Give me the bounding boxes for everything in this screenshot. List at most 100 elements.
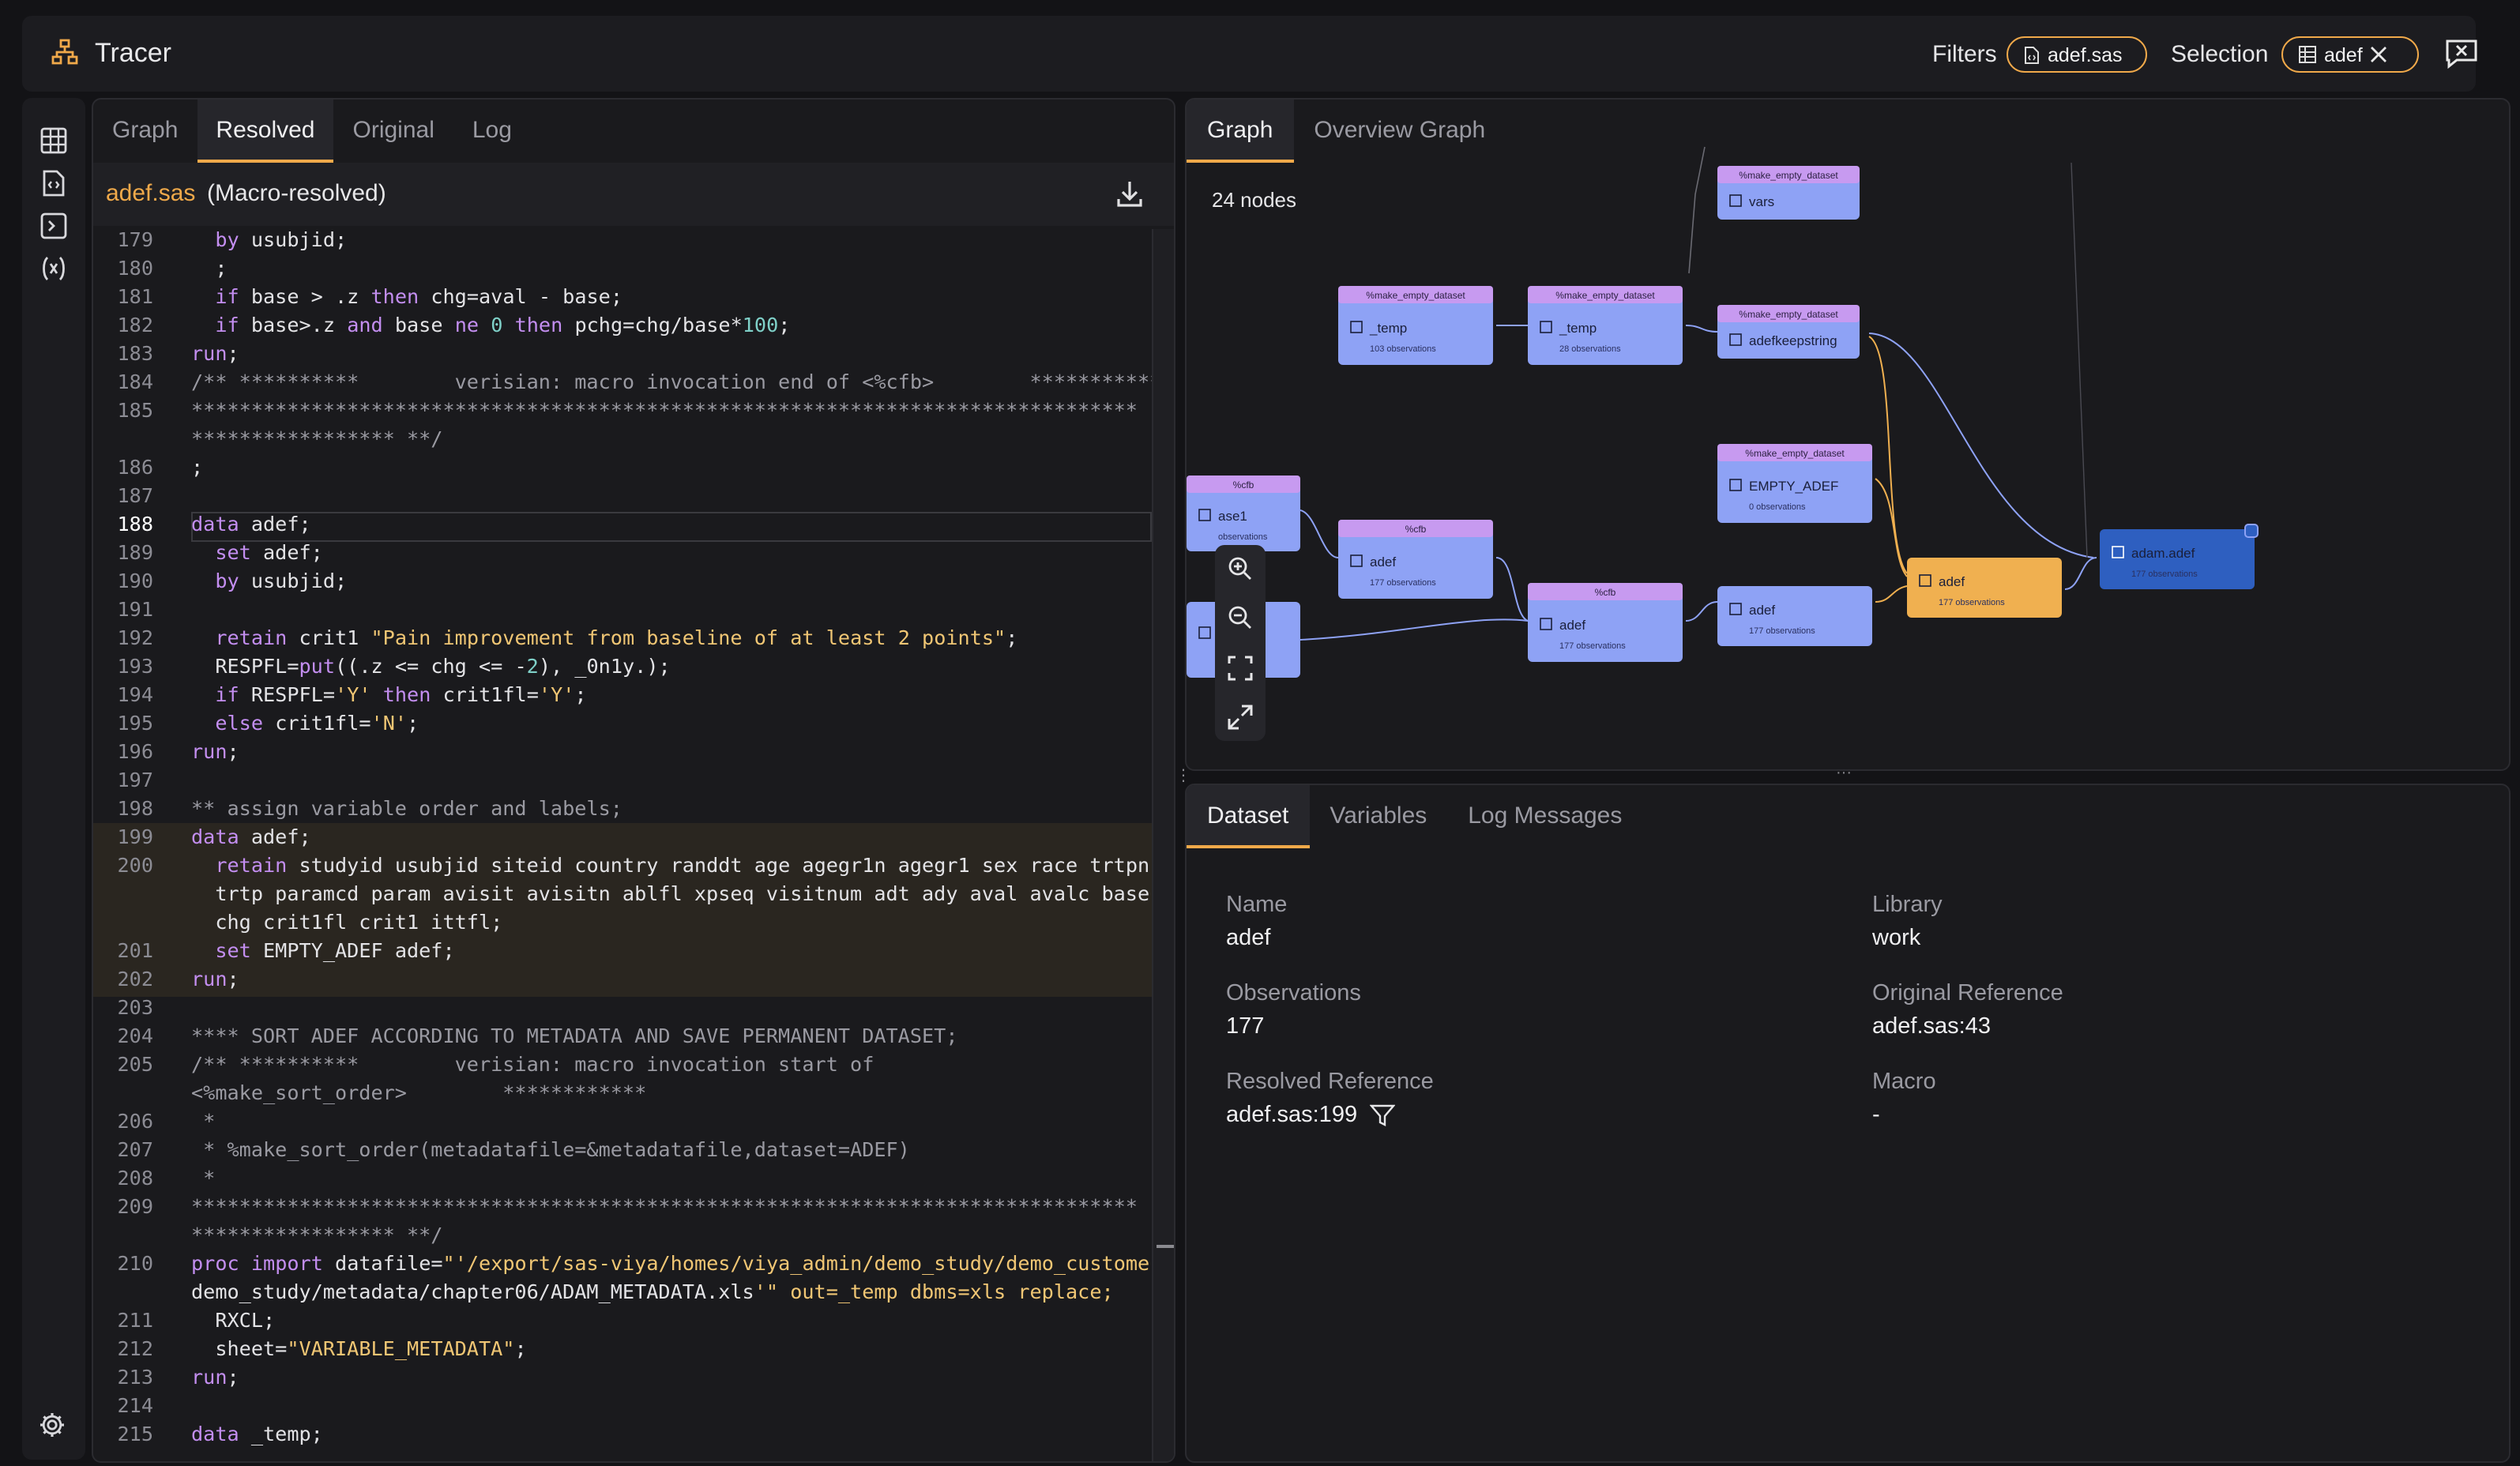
node-label: _temp bbox=[1559, 321, 1597, 336]
code-line: chg crit1fl crit1 ittfl; bbox=[93, 908, 1152, 937]
node-subtitle: 0 observations bbox=[1749, 502, 1806, 512]
graph-node-adam[interactable]: adam.adef 177 observations bbox=[2100, 524, 2259, 589]
selection-chip[interactable]: adef bbox=[2281, 36, 2419, 73]
field-name: Name adef bbox=[1226, 893, 1287, 951]
edge bbox=[2071, 162, 2088, 558]
line-text: proc import datafile="'/export/sas-viya/… bbox=[191, 1251, 1152, 1275]
info-tabs: Dataset Variables Log Messages bbox=[1187, 785, 1642, 848]
tab-original[interactable]: Original bbox=[334, 100, 453, 163]
dataset-info-panel: Dataset Variables Log Messages Name adef… bbox=[1185, 784, 2511, 1463]
line-text: * bbox=[191, 1109, 216, 1133]
fullscreen-icon[interactable] bbox=[1226, 703, 1254, 731]
code-line: 185 *************************************… bbox=[93, 397, 1152, 425]
graph-node-adef1[interactable]: %cfb adef 177 observations bbox=[1338, 520, 1493, 599]
graph-node-temp1[interactable]: %make_empty_dataset _temp 103 observations bbox=[1338, 286, 1493, 365]
code-line: 205 /** ********** verisian: macro invoca… bbox=[93, 1051, 1152, 1079]
field-label: Resolved Reference bbox=[1226, 1069, 1434, 1095]
line-number: 193 bbox=[117, 654, 154, 678]
lineage-graph[interactable]: %make_empty_datasetvars %make_empty_datas… bbox=[1187, 100, 2509, 769]
tab-dataset[interactable]: Dataset bbox=[1187, 785, 1310, 848]
zoom-out-icon[interactable] bbox=[1226, 603, 1254, 632]
graph-node-adefkeep[interactable]: %make_empty_dataset adefkeepstring bbox=[1717, 305, 1860, 359]
line-text: retain crit1 "Pain improvement from base… bbox=[215, 626, 1018, 649]
line-text: RESPFL=put((.z <= chg <= -2), _0n1y.); bbox=[191, 654, 671, 678]
code-line: 212 sheet="VARIABLE_METADATA"; bbox=[93, 1335, 1152, 1363]
vertical-resize-handle[interactable]: ⋮ bbox=[1175, 768, 1191, 785]
line-text: ** assign variable order and labels; bbox=[191, 796, 622, 820]
line-text: run; bbox=[191, 1365, 239, 1389]
terminal-icon[interactable] bbox=[39, 212, 68, 240]
line-number: 199 bbox=[117, 825, 154, 848]
line-number: 215 bbox=[117, 1422, 154, 1445]
fit-view-icon[interactable] bbox=[1226, 654, 1254, 682]
line-number: 191 bbox=[117, 597, 154, 621]
panel-resize-handle[interactable]: ··· bbox=[1836, 765, 1852, 782]
graph-node-adef2[interactable]: %cfb adef 177 observations bbox=[1528, 583, 1683, 662]
line-number: 206 bbox=[117, 1109, 154, 1133]
resolved-reference-value: adef.sas:199 bbox=[1226, 1103, 1358, 1128]
macro-value: - bbox=[1872, 1103, 1880, 1128]
node-header-label: %make_empty_dataset bbox=[1745, 448, 1845, 459]
code-line: 206 * bbox=[93, 1107, 1152, 1136]
graph-node-adef_sel[interactable]: adef 177 observations bbox=[1907, 558, 2062, 618]
node-label: EMPTY_ADEF bbox=[1749, 479, 1838, 494]
table-icon[interactable] bbox=[39, 126, 68, 155]
node-subtitle: 177 observations bbox=[1370, 578, 1436, 588]
variable-icon[interactable] bbox=[39, 254, 68, 283]
node-subtitle: 177 observations bbox=[1749, 626, 1815, 636]
line-text: RXCL; bbox=[191, 1308, 276, 1332]
field-value: adef.sas:199 bbox=[1226, 1103, 1434, 1128]
node-label: ase1 bbox=[1218, 509, 1247, 524]
line-text: retain studyid usubjid siteid country ra… bbox=[215, 853, 1150, 877]
line-number: 192 bbox=[117, 626, 154, 649]
line-text: run; bbox=[191, 341, 239, 365]
tab-resolved[interactable]: Resolved bbox=[197, 100, 334, 163]
tab-variables[interactable]: Variables bbox=[1309, 785, 1447, 848]
node-label: adef bbox=[1749, 603, 1775, 618]
node-subtitle: 177 observations bbox=[1559, 641, 1626, 651]
feedback-message-icon[interactable] bbox=[2444, 38, 2479, 70]
code-scrollbar[interactable] bbox=[1152, 229, 1174, 1461]
filter-icon[interactable] bbox=[1370, 1104, 1396, 1126]
download-icon[interactable] bbox=[1114, 179, 1145, 210]
code-line: 196 run; bbox=[93, 738, 1152, 766]
code-line: <%make_sort_order> ************ bbox=[93, 1079, 1152, 1107]
graph-node-adef3[interactable]: adef 177 observations bbox=[1717, 586, 1872, 646]
line-text: if RESPFL='Y' then crit1fl='Y'; bbox=[215, 682, 587, 706]
graph-node-vars[interactable]: %make_empty_datasetvars bbox=[1717, 166, 1860, 220]
line-text: ***************** **/ bbox=[191, 1223, 443, 1246]
line-text: run; bbox=[191, 967, 239, 990]
field-value: - bbox=[1872, 1103, 1936, 1128]
tab-log[interactable]: Log bbox=[453, 100, 531, 163]
filters-label: Filters bbox=[1932, 41, 1997, 68]
code-line: 189 set adef; bbox=[93, 539, 1152, 567]
line-text: /** ********** verisian: macro invocatio… bbox=[191, 370, 1152, 393]
line-number: 190 bbox=[117, 569, 154, 592]
code-line: 197 bbox=[93, 766, 1152, 795]
code-line: 194 if RESPFL='Y' then crit1fl='Y'; bbox=[93, 681, 1152, 709]
zoom-in-icon[interactable] bbox=[1226, 554, 1254, 583]
graph-node-temp2[interactable]: %make_empty_dataset _temp 28 observations bbox=[1528, 286, 1683, 365]
line-text: * %make_sort_order(metadatafile=&metadat… bbox=[191, 1137, 910, 1161]
code-line: 180 ; bbox=[93, 254, 1152, 283]
node-handle[interactable] bbox=[2244, 524, 2259, 538]
node-header-label: %make_empty_dataset bbox=[1555, 290, 1655, 301]
settings-gear-icon[interactable] bbox=[38, 1411, 66, 1439]
line-text: data adef; bbox=[191, 512, 311, 536]
node-label: adef bbox=[1559, 618, 1585, 633]
node-label: adam.adef bbox=[2131, 546, 2195, 561]
node-header-label: %make_empty_dataset bbox=[1366, 290, 1465, 301]
tab-log-messages[interactable]: Log Messages bbox=[1447, 785, 1642, 848]
graph-node-cfb_left[interactable]: %cfb ase1 observations bbox=[1187, 476, 1300, 551]
code-line: trtp paramcd param avisit avisitn ablfl … bbox=[93, 880, 1152, 908]
close-icon[interactable] bbox=[2371, 46, 2388, 63]
field-label: Name bbox=[1226, 893, 1288, 918]
file-code-icon[interactable] bbox=[39, 169, 68, 197]
node-label: adef bbox=[1939, 574, 1965, 589]
tab-graph[interactable]: Graph bbox=[93, 100, 197, 163]
graph-node-empty_adef[interactable]: %make_empty_dataset EMPTY_ADEF 0 observati… bbox=[1717, 444, 1872, 523]
code-editor[interactable]: 179 by usubjid; 180 ; 181 if base > .z the… bbox=[93, 229, 1152, 1461]
sidebar bbox=[22, 98, 85, 1460]
line-text: ; bbox=[191, 256, 228, 280]
filter-chip-file[interactable]: adef.sas bbox=[2007, 36, 2147, 73]
